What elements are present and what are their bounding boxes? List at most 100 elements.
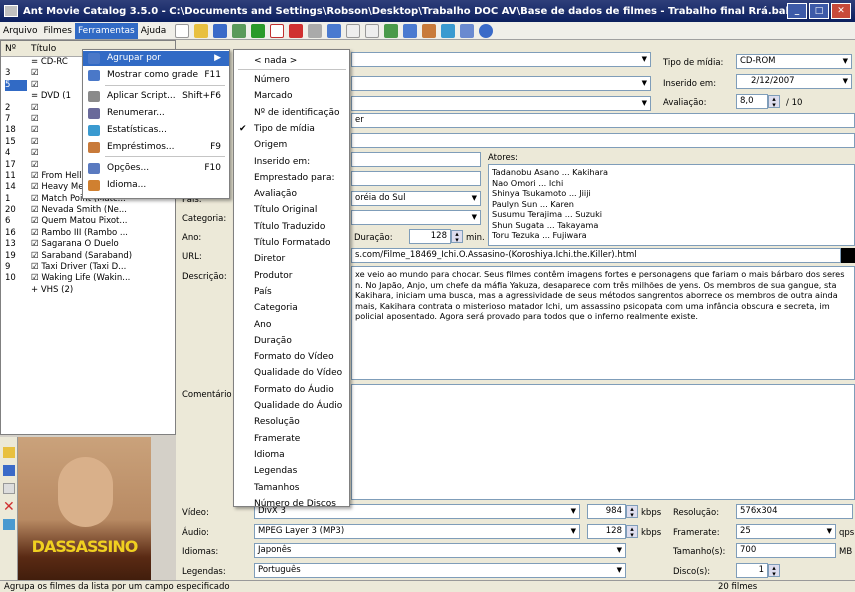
tools-menu-item[interactable]: Empréstimos... F9 [83,140,229,155]
inserted-label: Inserido em: [663,79,717,89]
menu-ferramentas[interactable]: Ferramentas [74,22,138,39]
media-type-select[interactable]: CD-ROM [736,54,852,69]
producer-field[interactable] [351,171,481,186]
tools-menu-item-label: Idioma... [107,180,147,190]
list-item-title: ☑ Quem Matou Pixot... [31,216,128,227]
tools-menu-item-label: Empréstimos... [107,142,175,152]
tools-menu-item[interactable]: Mostrar como grade F11 [83,68,229,83]
comments-label: Comentário [182,390,232,400]
print-icon[interactable] [232,23,247,38]
menu-arquivo[interactable]: Arquivo [0,23,40,39]
open-folder-icon[interactable] [194,23,209,38]
save-picture-icon[interactable] [3,465,15,476]
tools-menu-item[interactable]: Opções... F10 [83,161,229,176]
copy-picture-icon[interactable] [3,483,15,494]
title-field[interactable]: er [351,113,855,128]
discs-input[interactable]: 1 [736,563,768,578]
list-item[interactable]: 16 ☑ Rambo III (Rambo ... [1,228,175,239]
list-item[interactable]: 20 ☑ Nevada Smith (Ne... [1,205,175,216]
tools-menu-item[interactable]: Idioma... [83,178,229,193]
rating-spinner[interactable]: ▴ ▾ [768,95,780,109]
group-by-item-label: Número de Discos [254,498,336,509]
audio-kbps-spinner[interactable]: ▴ ▾ [626,525,638,539]
field-row1-dropdown[interactable] [351,52,651,67]
list-item-number: 18 [5,125,16,136]
help-icon[interactable] [479,23,494,38]
list-item-number: 17 [5,159,16,170]
languages-select[interactable]: Japonês [254,543,626,558]
menu-ajuda[interactable]: Ajuda [138,23,170,39]
tools-menu-item[interactable]: Agrupar por ▶ [83,51,229,66]
category-select[interactable] [351,210,481,225]
language-icon [88,180,100,191]
save-icon[interactable] [213,23,228,38]
framerate-select[interactable]: 25 [736,524,836,539]
list-item[interactable]: 10 ☑ Waking Life (Wakin... [1,273,175,284]
tools-menu-item-shortcut: F10 [204,163,221,173]
minimize-button[interactable]: _ [787,3,807,19]
add-movie-icon[interactable] [251,23,266,38]
inserted-date[interactable]: 2/12/2007 [736,74,852,89]
list-item-number: 4 [5,148,11,159]
discs-spinner[interactable]: ▴ ▾ [768,564,780,578]
paste-icon[interactable] [365,23,380,38]
group-icon [88,53,100,64]
country-select[interactable]: oréia do Sul [351,191,481,206]
col-number[interactable]: Nº [1,41,27,56]
list-item[interactable]: 13 ☑ Sagarana O Duelo [1,239,175,250]
list-item[interactable]: 19 ☑ Saraband (Saraband) [1,251,175,262]
url-field[interactable]: s.com/Filme_18469_Ichi.O.Assasino-(Koros… [351,248,841,263]
audio-kbps-input[interactable]: 128 [587,524,626,539]
actor-line: Nao Omori ... Ichi [492,177,564,188]
list-item[interactable]: + VHS (2) [1,285,175,296]
list-item-number: 7 [5,113,11,124]
video-kbps-spinner[interactable]: ▴ ▾ [626,505,638,519]
maximize-button[interactable]: □ [809,3,829,19]
loans-toolbar-icon[interactable] [422,23,437,38]
rating-input[interactable]: 8,0 [736,94,768,109]
director-field[interactable] [351,152,481,167]
new-file-icon[interactable] [175,23,190,38]
app-icon [4,5,18,17]
translated-title-field[interactable] [351,133,855,148]
stats-toolbar-icon[interactable] [403,23,418,38]
edit-icon[interactable] [270,23,285,38]
list-item-number: 3 [5,68,11,79]
menu-filmes[interactable]: Filmes [40,23,75,39]
field-row2-dropdown[interactable] [351,76,651,91]
resolution-input[interactable]: 576x304 [736,504,853,519]
video-kbps-input[interactable]: 984 [587,504,626,519]
internet-icon[interactable] [327,23,342,38]
close-button[interactable]: ✕ [831,3,851,19]
delete-icon[interactable] [289,23,304,38]
comments-text[interactable] [351,384,855,500]
inserted-value: 2/12/2007 [751,76,795,86]
list-item-title: ☑ [31,159,39,170]
duration-input[interactable]: 128 [409,229,451,244]
size-input[interactable]: 700 [736,543,836,558]
list-item[interactable]: 9 ☑ Taxi Driver (Taxi D... [1,262,175,273]
load-picture-icon[interactable] [3,447,15,458]
import-icon[interactable] [384,23,399,38]
delete-picture-icon[interactable]: ✕ [3,500,15,514]
copy-icon[interactable] [346,23,361,38]
url-go-button[interactable] [841,248,855,263]
rating-label: Avaliação: [663,98,707,108]
search-icon[interactable] [308,23,323,38]
group-by-item[interactable]: Número de Discos [234,495,349,514]
actors-text[interactable]: Tadanobu Asano ... Kakihara Nao Omori ...… [488,164,855,246]
audio-format-select[interactable]: MPEG Layer 3 (MP3) [254,524,580,539]
options-toolbar-icon[interactable] [460,23,475,38]
tools-menu-item[interactable]: Renumerar... [83,106,229,121]
tools-menu-item[interactable]: Aplicar Script... Shift+F6 [83,89,229,104]
description-text[interactable]: xe veio ao mundo para chocar. Seus filme… [351,266,855,380]
field-row3-dropdown[interactable] [351,96,651,111]
language-toolbar-icon[interactable] [441,23,456,38]
tools-menu-item[interactable]: Estatísticas... [83,123,229,138]
duration-spinner[interactable]: ▴ ▾ [451,230,463,244]
subtitles-select[interactable]: Português [254,563,626,578]
view-picture-icon[interactable] [3,519,15,530]
col-title[interactable]: Título [27,41,56,56]
list-item[interactable]: 6 ☑ Quem Matou Pixot... [1,216,175,227]
list-item-number: 5 [5,79,27,92]
